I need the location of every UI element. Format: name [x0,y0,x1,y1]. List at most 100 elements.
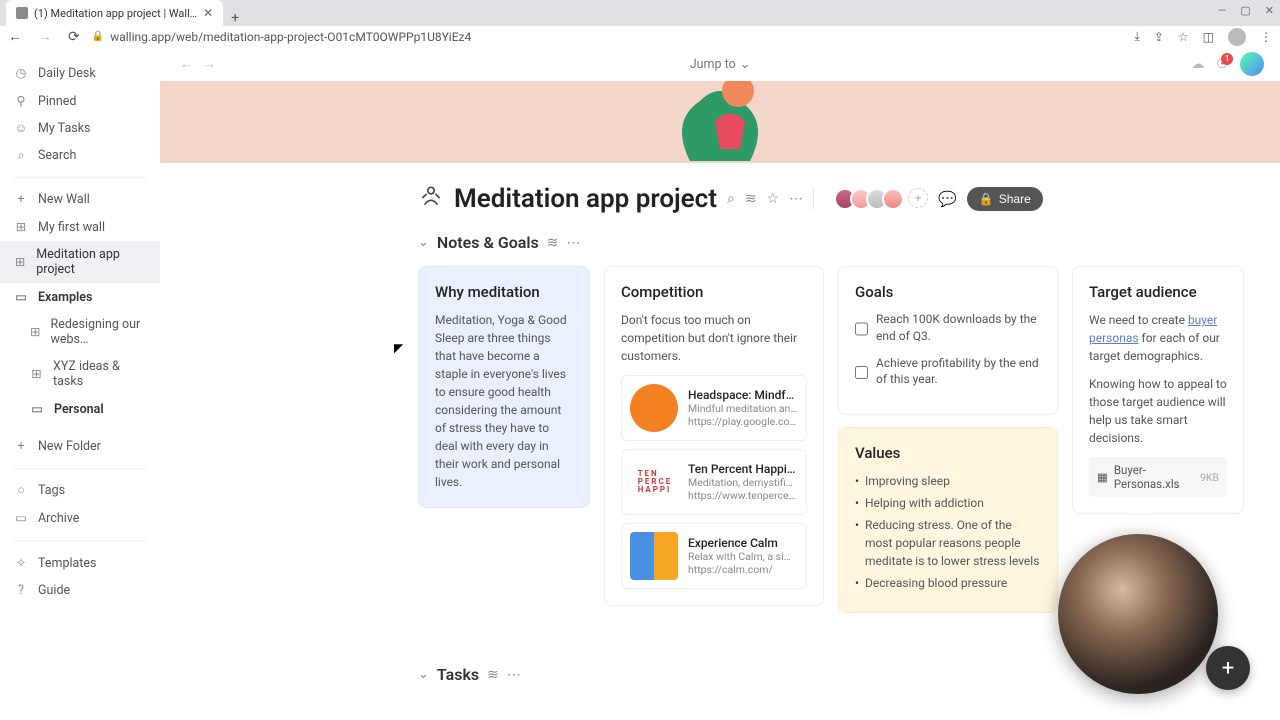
link-card[interactable]: Experience Calm Relax with Calm, a simpl… [621,523,807,589]
sidebar-daily-desk[interactable]: ◷Daily Desk [0,59,160,87]
hero-banner [160,81,1280,163]
share-icon[interactable]: ⇪ [1154,30,1164,44]
new-tab-button[interactable]: + [223,10,247,26]
card-values[interactable]: Values Improving sleep Helping with addi… [838,427,1058,613]
add-collaborator-button[interactable]: + [908,188,928,208]
browser-tab[interactable]: (1) Meditation app project | Wall… ✕ [6,0,223,26]
wall-icon: ⊞ [30,366,43,382]
section-filter-icon[interactable]: ≋ [487,667,499,683]
hero-illustration [660,81,780,163]
sidebar-new-wall[interactable]: +New Wall [0,186,160,213]
kebab-menu-icon[interactable]: ⋮ [1260,30,1272,44]
window-close[interactable]: ✕ [1265,4,1274,17]
goal-checkbox[interactable] [855,357,868,389]
sidebar-examples[interactable]: ▭Examples [0,283,160,311]
cloud-sync-icon[interactable]: ☁ [1191,57,1204,72]
address-bar[interactable]: 🔒 walling.app/web/meditation-app-project… [92,30,1123,44]
section-more-icon[interactable]: ⋯ [507,667,521,683]
top-nav: ← → Jump to ⌄ ☁ ☉ 1 [160,47,1280,81]
card-target-audience[interactable]: Target audience We need to create buyer … [1072,266,1244,514]
file-size: 9KB [1200,471,1219,484]
link-title: Headspace: Mindfu… [688,388,798,402]
sidebar-my-tasks[interactable]: ☺My Tasks [0,115,160,142]
link-card[interactable]: T E NP E R C EH A P P I Ten Percent Happ… [621,449,807,515]
page-emoji-icon[interactable] [418,183,444,215]
section-filter-icon[interactable]: ≋ [547,235,559,251]
history-forward-icon[interactable]: → [203,56,216,72]
goal-item[interactable]: Reach 100K downloads by the end of Q3. [855,311,1041,345]
history-back-icon[interactable]: ← [180,56,193,72]
sidebar-xyz[interactable]: ⊞XYZ ideas & tasks [0,353,160,395]
templates-icon: ✧ [14,555,28,571]
favicon [16,7,28,19]
link-card[interactable]: Headspace: Mindfu… Mindful meditation an… [621,375,807,441]
sidebar-new-folder[interactable]: +New Folder [0,433,160,460]
profile-avatar[interactable] [1228,28,1246,46]
file-attachment[interactable]: ▦ Buyer-Personas.xls 9KB [1089,457,1227,497]
url-text: walling.app/web/meditation-app-project-O… [110,30,471,44]
jump-to-button[interactable]: Jump to ⌄ [690,56,750,72]
page-title[interactable]: Meditation app project [454,184,717,214]
card-body: Knowing how to appeal to those target au… [1089,375,1227,447]
card-why-meditation[interactable]: Why meditation Meditation, Yoga & Good S… [418,266,590,508]
add-fab-button[interactable]: + [1206,646,1250,690]
link-url: https://play.google.com/… [688,415,798,428]
share-button[interactable]: 🔒 Share [967,187,1043,211]
value-item: Improving sleep [855,472,1041,490]
section-toggle-icon[interactable]: ⌄ [418,235,429,250]
sidebar-pinned[interactable]: ⚲Pinned [0,87,160,115]
card-competition[interactable]: Competition Don't focus too much on comp… [604,266,824,606]
search-page-icon[interactable]: ⌕ [727,191,735,207]
plus-icon: + [14,192,28,207]
close-tab-icon[interactable]: ✕ [203,6,213,20]
back-button[interactable]: ← [8,28,22,45]
card-title: Values [855,444,1041,462]
sidebar-archive[interactable]: ▭Archive [0,504,160,532]
section-title[interactable]: Notes & Goals [437,233,539,252]
sidebar-my-first-wall[interactable]: ⊞My first wall [0,213,160,241]
card-goals[interactable]: Goals Reach 100K downloads by the end of… [838,266,1058,415]
window-minimize[interactable]: — [1218,4,1227,17]
sidebar-meditation-project[interactable]: ⊞Meditation app project [0,241,160,283]
chevron-down-icon: ⌄ [740,56,750,72]
link-url: https://www.tenpercent… [688,489,798,502]
tab-title: (1) Meditation app project | Wall… [34,7,197,20]
collaborator-avatars[interactable]: + [834,188,928,210]
goal-checkbox[interactable] [855,313,868,345]
goal-item[interactable]: Achieve profitability by the end of this… [855,355,1041,389]
sidebar-guide[interactable]: ?Guide [0,577,160,604]
reload-button[interactable]: ⟳ [68,29,80,45]
sidebar-redesigning[interactable]: ⊞Redesigning our webs… [0,311,160,353]
section-more-icon[interactable]: ⋯ [567,235,581,251]
sidebar-personal[interactable]: ▭Personal [0,395,160,423]
card-title: Why meditation [435,283,573,301]
section-title[interactable]: Tasks [437,665,479,684]
bookmark-icon[interactable]: ☆ [1178,30,1189,44]
section-toggle-icon[interactable]: ⌄ [418,667,429,682]
comments-icon[interactable]: 💬 [938,190,957,208]
link-desc: Mindful meditation and r… [688,402,798,415]
desk-icon: ◷ [14,65,28,81]
filter-icon[interactable]: ≋ [745,191,757,207]
link-desc: Relax with Calm, a simpl… [688,550,798,563]
page-header: Meditation app project ⌕ ≋ ☆ ⋯ + 💬 🔒 Sha… [160,163,1280,225]
more-icon[interactable]: ⋯ [789,191,803,207]
install-icon[interactable]: ⤓ [1135,29,1140,44]
file-icon: ▦ [1097,470,1108,484]
sidebar-search[interactable]: ⌕Search [0,142,160,169]
avatar[interactable] [882,188,904,210]
sidebar-tags[interactable]: ○Tags [0,477,160,504]
user-avatar[interactable] [1240,52,1264,76]
value-item: Reducing stress. One of the most popular… [855,516,1041,570]
sidepanel-icon[interactable]: ◫ [1203,30,1214,44]
window-maximize[interactable]: ▢ [1240,4,1250,17]
link-thumb: T E NP E R C EH A P P I [630,458,678,506]
forward-button[interactable]: → [38,28,52,45]
presenter-video-bubble[interactable] [1058,534,1218,694]
sidebar: ◷Daily Desk ⚲Pinned ☺My Tasks ⌕Search +N… [0,47,160,720]
notifications-button[interactable]: ☉ 1 [1216,57,1228,72]
link-thumb [630,532,678,580]
file-name: Buyer-Personas.xls [1114,463,1194,491]
star-icon[interactable]: ☆ [767,191,780,207]
sidebar-templates[interactable]: ✧Templates [0,549,160,577]
